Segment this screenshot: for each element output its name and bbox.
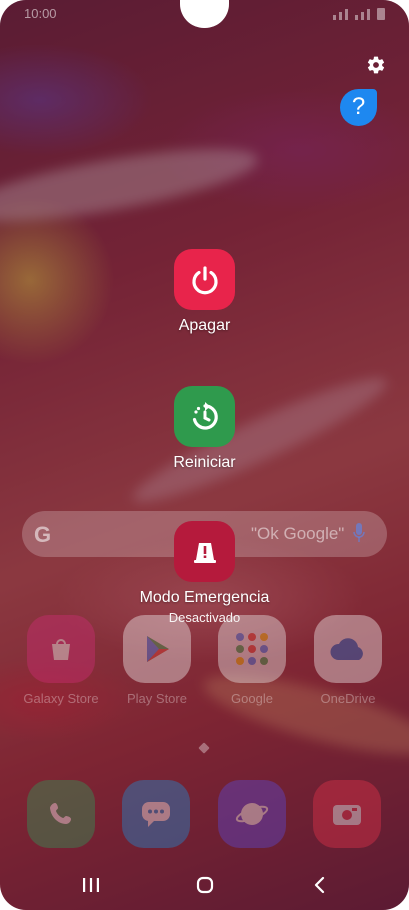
camera-app-icon	[313, 780, 381, 848]
internet-browser-icon	[218, 780, 286, 848]
app-google-folder: Google	[217, 615, 287, 706]
restart-button[interactable]	[174, 386, 235, 447]
signal-icon	[361, 12, 364, 20]
app-onedrive: OneDrive	[313, 615, 383, 706]
home-icon	[196, 876, 214, 894]
app-play-store: Play Store	[122, 615, 192, 706]
app-label: Galaxy Store	[23, 691, 99, 706]
screen: 10:00 ? Apagar Reiniciar G "Ok Google" M…	[0, 0, 409, 910]
recent-apps-button[interactable]	[71, 870, 111, 900]
signal-icon	[345, 9, 348, 20]
app-galaxy-store: Galaxy Store	[23, 615, 99, 706]
power-off-label: Apagar	[178, 317, 231, 334]
restart-label: Reiniciar	[173, 454, 236, 471]
status-time: 10:00	[24, 6, 57, 21]
signal-icon	[367, 9, 370, 20]
back-button[interactable]	[300, 870, 340, 900]
status-icons	[333, 8, 385, 20]
app-label: Play Store	[127, 691, 187, 706]
signal-icon	[333, 15, 336, 20]
navigation-bar	[0, 866, 409, 906]
messages-app-icon	[122, 780, 190, 848]
emergency-mode-label: Modo Emergencia	[139, 589, 270, 606]
question-icon: ?	[351, 93, 366, 120]
home-button[interactable]	[185, 870, 225, 900]
google-folder-icon	[218, 615, 286, 683]
back-chevron-icon	[314, 876, 325, 894]
recent-apps-icon	[83, 878, 99, 892]
restart-option[interactable]: Reiniciar	[0, 386, 409, 472]
app-label: Google	[231, 691, 273, 706]
app-label: OneDrive	[320, 691, 376, 706]
emergency-mode-button[interactable]	[174, 521, 235, 582]
battery-icon	[377, 8, 385, 20]
settings-gear-icon[interactable]	[366, 55, 386, 75]
signal-icon	[355, 15, 358, 20]
power-off-option[interactable]: Apagar	[0, 249, 409, 335]
signal-icon	[339, 12, 342, 20]
status-bar: 10:00	[24, 6, 385, 24]
power-icon	[191, 265, 218, 294]
restart-icon	[192, 401, 218, 430]
help-button[interactable]: ?	[340, 89, 377, 126]
emergency-mode-option[interactable]: Modo Emergencia Desactivado	[0, 521, 409, 625]
galaxy-store-icon	[27, 615, 95, 683]
play-store-icon	[123, 615, 191, 683]
phone-app-icon	[27, 780, 95, 848]
onedrive-cloud-icon	[314, 615, 382, 683]
emergency-light-icon	[193, 542, 216, 563]
power-off-button[interactable]	[174, 249, 235, 310]
